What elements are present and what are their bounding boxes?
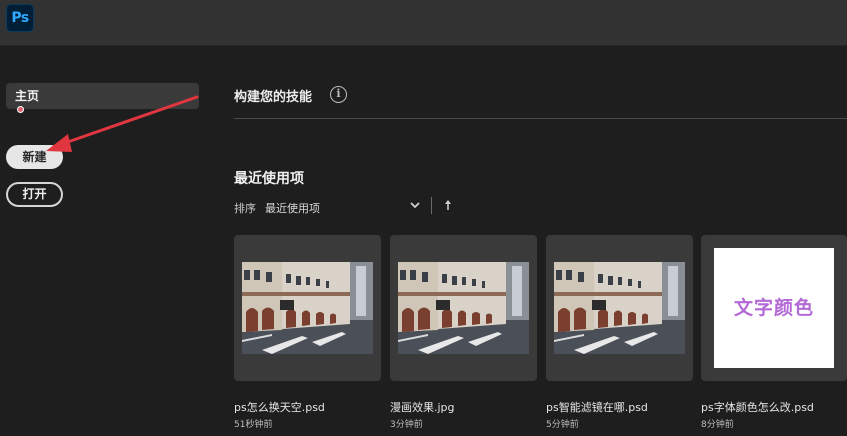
title-bar: Ps [0,0,847,46]
file-modified-time: 51秒钟前 [234,420,273,430]
file-modified-time: 3分钟前 [390,420,423,430]
skills-heading: 构建您的技能 [234,90,313,105]
recent-file-card[interactable] [390,235,537,381]
sort-separator [431,197,432,214]
file-thumbnail-text: 文字颜色 [714,248,834,368]
sort-direction-arrow-icon[interactable] [443,199,453,211]
file-thumbnail [242,262,373,354]
recent-file-card[interactable] [546,235,693,381]
file-name[interactable]: ps怎么换天空.psd [234,399,325,415]
section-divider [234,118,847,119]
open-button[interactable]: 打开 [6,182,63,207]
info-icon[interactable]: i [330,86,347,103]
sidebar-item-home[interactable]: 主页 [6,83,199,109]
sidebar: 主页 新建 打开 [0,47,210,436]
mouse-cursor-indicator [17,106,24,113]
photoshop-logo-icon[interactable]: Ps [6,4,34,32]
file-name[interactable]: ps智能滤镜在哪.psd [546,399,648,415]
file-modified-time: 5分钟前 [546,420,579,430]
file-thumbnail [554,262,685,354]
sort-dropdown[interactable]: 最近使用项 [265,200,320,216]
file-name[interactable]: ps字体颜色怎么改.psd [701,399,814,415]
file-name[interactable]: 漫画效果.jpg [390,399,455,415]
sort-label: 排序 [234,202,256,215]
recent-file-card[interactable]: 文字颜色 [701,235,847,381]
new-button[interactable]: 新建 [6,145,63,169]
file-modified-time: 8分钟前 [701,420,734,430]
recent-heading: 最近使用项 [234,171,304,187]
chevron-down-icon[interactable] [408,198,422,212]
recent-file-card[interactable] [234,235,381,381]
file-thumbnail [398,262,529,354]
